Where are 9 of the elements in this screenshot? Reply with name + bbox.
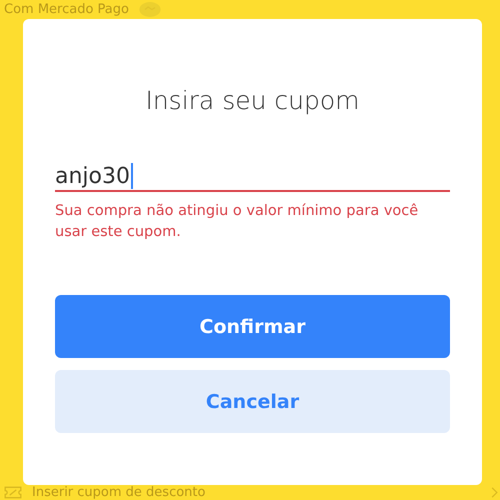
dialog-title: Insira seu cupom [144,86,361,115]
footer-text: Inserir cupom de desconto [32,485,206,500]
header-text: Com Mercado Pago [4,2,129,17]
cancel-button[interactable]: Cancelar [55,370,450,433]
error-message: Sua compra não atingiu o valor mínimo para você usar este cupom. [55,202,420,242]
confirm-button[interactable]: Confirmar [55,295,450,358]
chevron-right-icon [491,487,498,498]
coupon-input-field[interactable]: anjo30 [55,157,450,192]
coupon-icon [4,486,22,499]
